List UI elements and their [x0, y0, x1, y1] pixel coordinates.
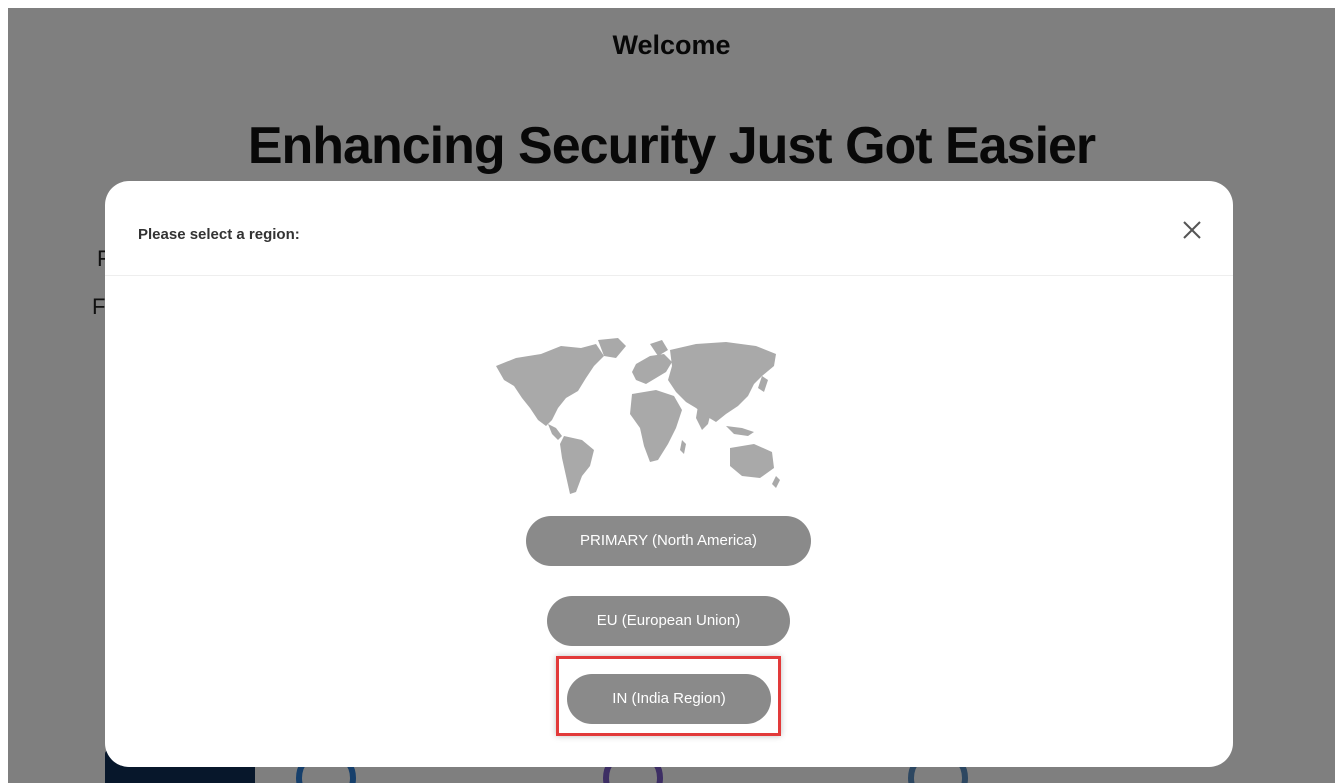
region-button-primary[interactable]: PRIMARY (North America) — [526, 516, 811, 566]
modal-title: Please select a region: — [138, 226, 300, 243]
region-button-eu[interactable]: EU (European Union) — [547, 596, 790, 646]
app-window: Welcome Enhancing Security Just Got Easi… — [8, 8, 1335, 783]
close-icon — [1183, 221, 1201, 239]
highlight-annotation — [556, 656, 781, 736]
modal-header: Please select a region: — [105, 181, 1233, 276]
page: Welcome Enhancing Security Just Got Easi… — [0, 0, 1335, 783]
world-map-icon — [496, 338, 780, 494]
region-select-modal: Please select a region: PRIMARY (North A… — [105, 181, 1233, 767]
close-button[interactable] — [1179, 217, 1205, 243]
